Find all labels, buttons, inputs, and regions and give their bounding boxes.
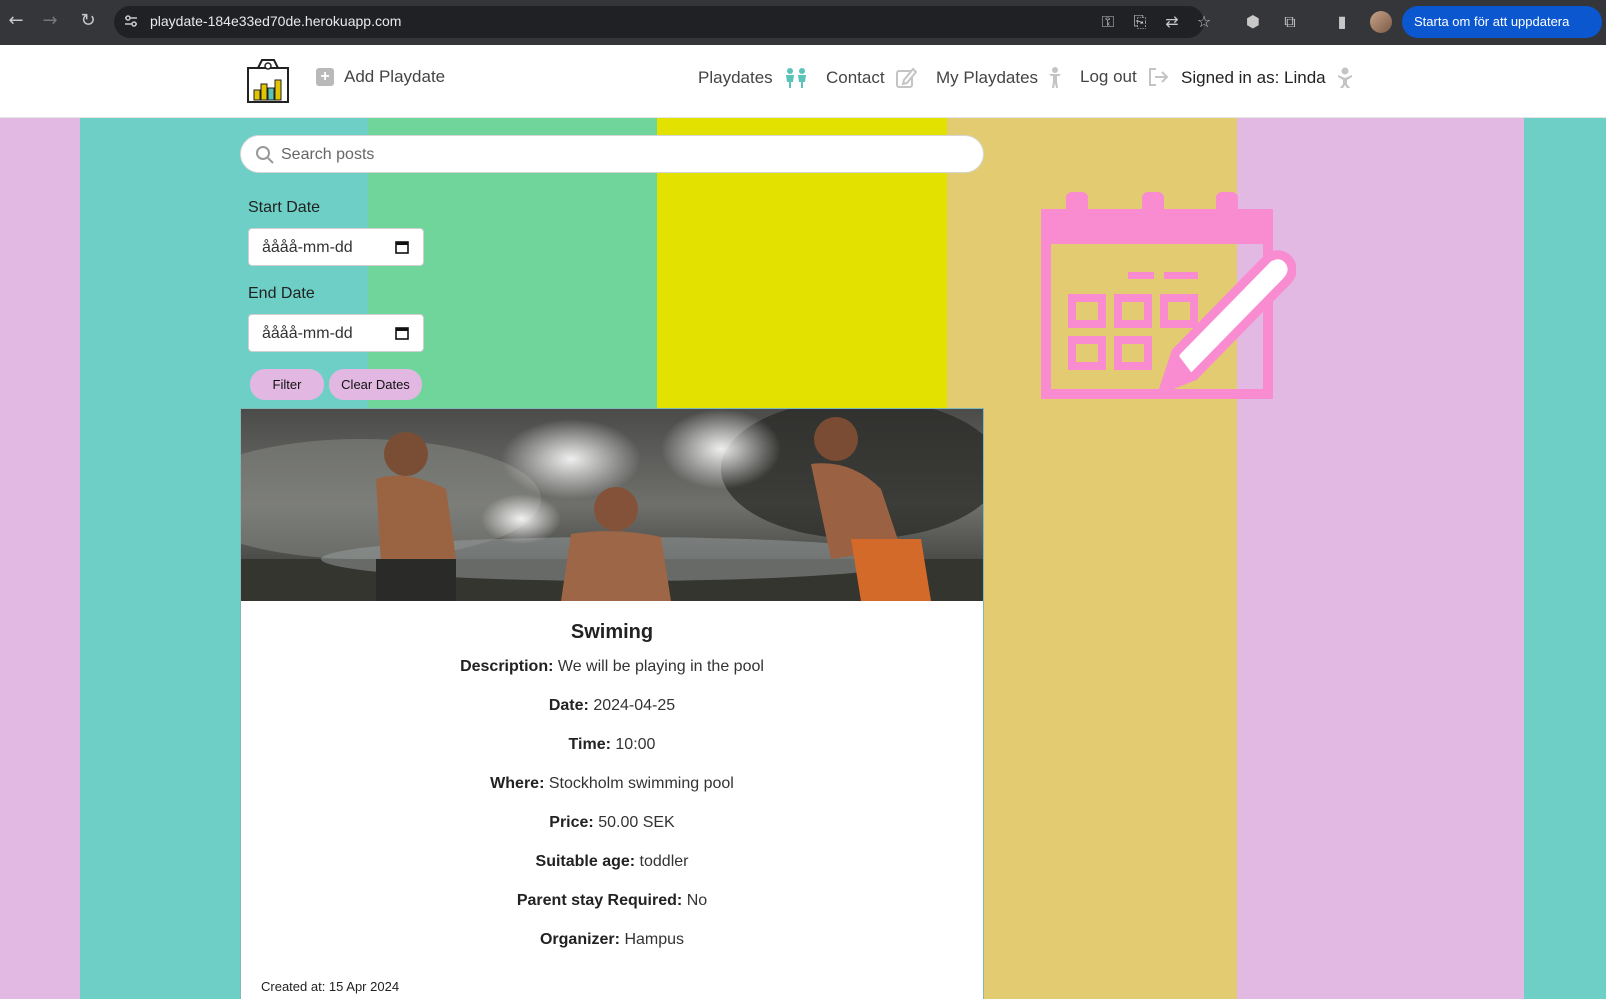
- nav-playdates[interactable]: Playdates: [698, 67, 809, 89]
- back-icon[interactable]: ←: [6, 11, 26, 31]
- post-field-time: Time: 10:00: [568, 736, 656, 753]
- translate-icon[interactable]: ⇄: [1162, 12, 1182, 32]
- forward-icon[interactable]: →: [40, 11, 60, 31]
- search-icon: [256, 146, 274, 164]
- install-icon[interactable]: ⎘: [1130, 12, 1150, 32]
- clear-dates-button[interactable]: Clear Dates: [329, 369, 422, 400]
- post-title[interactable]: Swiming: [241, 621, 983, 644]
- post-created-at: Created at: 15 Apr 2024: [261, 979, 400, 994]
- end-date-input[interactable]: åååå-mm-dd: [248, 314, 424, 352]
- address-bar[interactable]: playdate-184e33ed70de.herokuapp.com: [114, 6, 1204, 38]
- post-field-date: Date: 2024-04-25: [548, 697, 676, 714]
- star-icon[interactable]: ☆: [1194, 12, 1214, 32]
- post-field-organizer: Organizer: Hampus: [539, 931, 685, 948]
- add-playdate-label: Add Playdate: [344, 67, 446, 86]
- plus-icon: +: [316, 68, 334, 86]
- filter-button[interactable]: Filter: [250, 369, 324, 400]
- puzzle-icon[interactable]: ⧉: [1280, 12, 1300, 32]
- post-field-description: Description: We will be playing in the p…: [460, 658, 764, 675]
- nav-contact[interactable]: Contact: [826, 67, 917, 89]
- post-image: [241, 409, 983, 601]
- calendar-picker-icon[interactable]: [395, 240, 409, 254]
- extension-shield-icon[interactable]: ⬢: [1243, 12, 1263, 32]
- post-field-parent-stay: Parent stay Required: No: [516, 892, 708, 909]
- add-playdate-link[interactable]: + Add Playdate: [316, 67, 445, 87]
- search-placeholder: Search posts: [281, 146, 375, 163]
- nav-logout-label: Log out: [1080, 67, 1137, 86]
- post-field-price: Price: 50.00 SEK: [549, 814, 675, 831]
- nav-my-playdates[interactable]: My Playdates: [936, 67, 1062, 89]
- url-text[interactable]: playdate-184e33ed70de.herokuapp.com: [150, 13, 401, 29]
- nav-logout[interactable]: Log out: [1080, 67, 1169, 87]
- key-icon[interactable]: ⚿: [1098, 12, 1118, 32]
- nav-playdates-label: Playdates: [698, 68, 773, 87]
- end-date-label: End Date: [248, 285, 315, 302]
- calendar-picker-icon[interactable]: [395, 326, 409, 340]
- child-icon: [1049, 67, 1062, 88]
- edit-icon: [895, 67, 917, 88]
- signed-in-status: Signed in as: Linda: [1181, 67, 1354, 89]
- baby-icon: [1337, 67, 1352, 88]
- logout-icon: [1148, 68, 1169, 86]
- nav-my-playdates-label: My Playdates: [936, 68, 1039, 87]
- children-icon: [785, 68, 806, 88]
- post-field-where: Where: Stockholm swimming pool: [490, 775, 734, 792]
- start-date-value: åååå-mm-dd: [262, 239, 353, 256]
- search-input[interactable]: Search posts: [240, 135, 984, 173]
- end-date-value: åååå-mm-dd: [262, 325, 353, 342]
- post-field-age: Suitable age: toddler: [535, 853, 689, 870]
- site-settings-icon[interactable]: [124, 14, 138, 28]
- signed-in-label: Signed in as: Linda: [1181, 68, 1326, 87]
- calendar-edit-icon: [1041, 192, 1296, 399]
- site-navbar: + Add Playdate Playdates Contact My Play…: [0, 45, 1606, 118]
- side-panel-icon[interactable]: ▮: [1332, 12, 1352, 32]
- browser-toolbar: ← → ↻ playdate-184e33ed70de.herokuapp.co…: [0, 0, 1606, 45]
- post-card[interactable]: Swiming Description: We will be playing …: [240, 408, 984, 999]
- start-date-label: Start Date: [248, 199, 321, 216]
- nav-contact-label: Contact: [826, 68, 885, 87]
- profile-avatar[interactable]: [1370, 11, 1392, 33]
- reload-icon[interactable]: ↻: [78, 11, 98, 31]
- start-date-input[interactable]: åååå-mm-dd: [248, 228, 424, 266]
- update-button[interactable]: Starta om för att uppdatera: [1402, 6, 1602, 38]
- site-logo[interactable]: [246, 58, 290, 104]
